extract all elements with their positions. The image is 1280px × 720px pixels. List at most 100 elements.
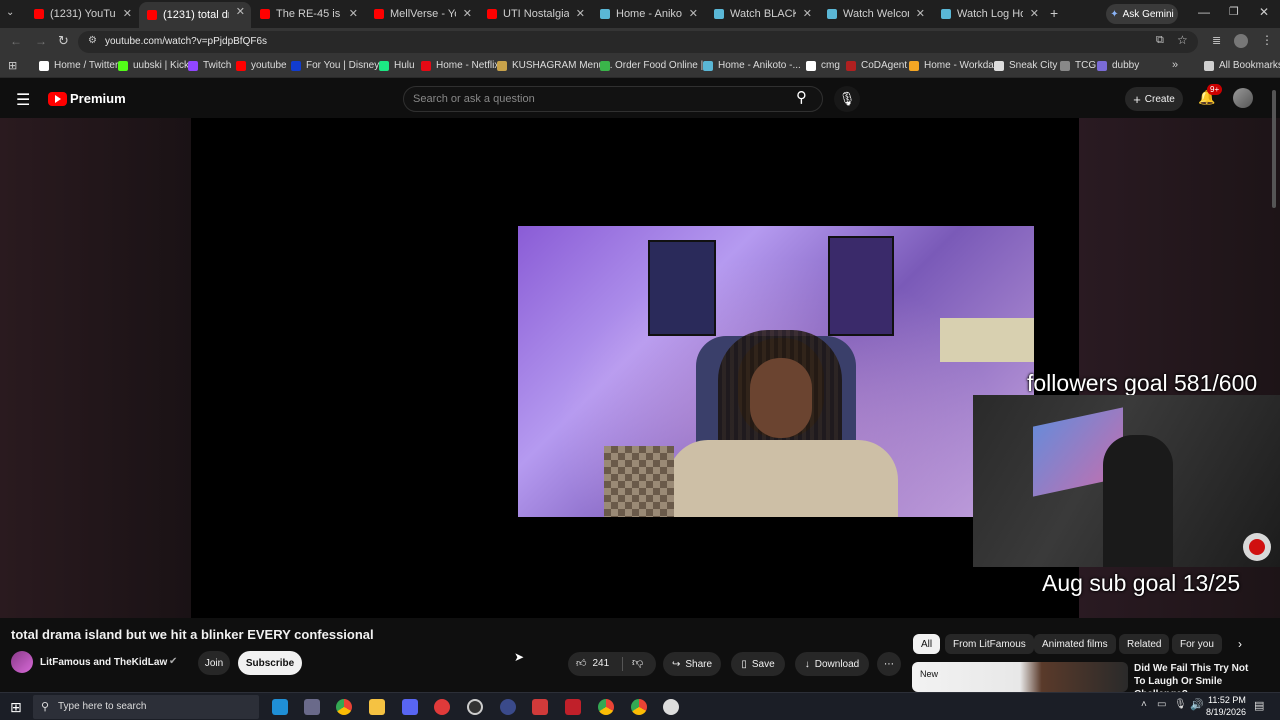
bookmark-link[interactable]: cmg xyxy=(806,60,840,71)
channel-name[interactable]: LitFamous and TheKidLaw xyxy=(40,657,167,668)
youtube-logo[interactable]: Premium xyxy=(48,91,126,106)
bookmark-link[interactable]: uubski | Kick xyxy=(118,60,189,71)
save-button[interactable]: ▯ Save xyxy=(731,652,785,676)
chips-next-icon[interactable]: › xyxy=(1238,637,1242,651)
filter-chip[interactable]: Animated films xyxy=(1034,634,1116,654)
browser-tab[interactable]: UTI Nostalgia Ran ✕ xyxy=(479,4,591,24)
edge-icon[interactable] xyxy=(272,699,288,715)
chrome-icon[interactable] xyxy=(336,699,352,715)
microphone-icon[interactable]: 🎙 xyxy=(1174,699,1187,710)
more-bookmarks-icon[interactable]: » xyxy=(1172,59,1178,71)
volume-icon[interactable]: 🔊 xyxy=(1190,698,1204,711)
subscribe-button[interactable]: Subscribe xyxy=(238,651,302,675)
browser-tab[interactable]: MellVerse - YouTu ✕ xyxy=(366,4,478,24)
bookmark-link[interactable]: youtube xyxy=(236,60,287,71)
back-icon[interactable]: ← xyxy=(10,34,22,48)
create-button[interactable]: + Create xyxy=(1125,87,1183,111)
clock-time[interactable]: 11:52 PM xyxy=(1208,695,1246,705)
bookmark-link[interactable]: For You | Disney+ xyxy=(291,60,385,71)
app-icon-1[interactable] xyxy=(304,699,320,715)
browser-tab[interactable]: Watch BLACK TOR ✕ xyxy=(706,4,818,24)
bookmark-link[interactable]: Sneak City xyxy=(994,60,1057,71)
browser-tab[interactable]: Watch Welcome to ✕ xyxy=(819,4,931,24)
all-bookmarks-link[interactable]: All Bookmarks xyxy=(1204,60,1280,71)
discord-icon[interactable] xyxy=(402,699,418,715)
tab-close-icon[interactable]: ✕ xyxy=(463,7,472,20)
forward-icon[interactable]: → xyxy=(35,34,47,48)
minimize-icon[interactable]: — xyxy=(1198,5,1210,19)
bookmark-link[interactable]: Twitch xyxy=(188,60,231,71)
ask-gemini-button[interactable]: ✦ Ask Gemini xyxy=(1106,4,1178,24)
tab-close-icon[interactable]: ✕ xyxy=(803,7,812,20)
tab-search-icon[interactable]: ⌄ xyxy=(6,7,14,18)
app-icon-5[interactable] xyxy=(663,699,679,715)
install-app-icon[interactable]: ⧉ xyxy=(1156,34,1164,47)
app-icon-3[interactable] xyxy=(532,699,548,715)
recommended-thumbnail[interactable]: New xyxy=(912,662,1128,692)
tray-chevron-icon[interactable]: ˄ xyxy=(1141,699,1147,710)
restore-icon[interactable]: ❐ xyxy=(1229,5,1239,18)
browser-tab[interactable]: Home - Anikoto - ✕ xyxy=(592,4,704,24)
taskbar-search-input[interactable]: Type here to search xyxy=(58,701,146,712)
more-actions-button[interactable]: ⋯ xyxy=(877,652,901,676)
reload-icon[interactable]: ↻ xyxy=(58,33,69,49)
apps-grid-icon[interactable]: ⊞ xyxy=(8,59,17,72)
media-player-icon[interactable] xyxy=(434,699,450,715)
bookmark-link[interactable]: Hulu xyxy=(379,60,415,71)
voice-search-icon[interactable]: 🎙 xyxy=(834,86,860,112)
browser-tab[interactable]: The RE-45 is so ba ✕ xyxy=(252,4,364,24)
browser-tab[interactable]: Watch Log Horizo ✕ xyxy=(933,4,1045,24)
clock-date[interactable]: 8/19/2026 xyxy=(1206,707,1246,717)
browser-menu-icon[interactable]: ⋮ xyxy=(1261,33,1273,47)
share-button[interactable]: ↪ Share xyxy=(663,652,721,676)
dislike-button[interactable]: 👎︎ xyxy=(632,656,643,669)
windows-start-icon[interactable]: ⊞ xyxy=(10,699,22,716)
account-avatar[interactable] xyxy=(1233,88,1253,108)
bookmark-link[interactable]: Home - Netflix xyxy=(421,60,499,71)
channel-avatar[interactable] xyxy=(11,651,33,673)
browser-tab[interactable]: (1231) total drama ✕ xyxy=(139,2,251,28)
site-info-icon[interactable]: ⚙ xyxy=(88,35,97,46)
bookmark-star-icon[interactable]: ☆ xyxy=(1177,33,1188,47)
new-tab-button[interactable]: + xyxy=(1050,5,1058,21)
app-icon-2[interactable] xyxy=(500,699,516,715)
media-icon[interactable]: ≣ xyxy=(1212,34,1221,47)
bookmark-link[interactable]: Home - Workday xyxy=(909,60,999,71)
obs-icon[interactable] xyxy=(467,699,483,715)
chrome-icon-2[interactable] xyxy=(598,699,614,715)
chrome-icon-3[interactable] xyxy=(631,699,647,715)
filter-chip[interactable]: From LitFamous xyxy=(945,634,1034,654)
browser-tab[interactable]: (1231) YouTube ✕ xyxy=(26,4,138,24)
filter-chip[interactable]: All xyxy=(913,634,941,654)
bookmark-link[interactable]: dubby xyxy=(1097,60,1139,71)
notification-center-icon[interactable]: ▤ xyxy=(1254,699,1264,712)
like-button[interactable]: 👍︎ 241 xyxy=(576,657,609,670)
network-icon[interactable]: ▭ xyxy=(1157,699,1166,710)
address-bar[interactable]: ⚙ youtube.com/watch?v=pPjdpBfQF6s ⧉ ☆ xyxy=(78,31,1198,53)
tab-close-icon[interactable]: ✕ xyxy=(1030,7,1039,20)
taskbar-search[interactable]: ⚲ Type here to search xyxy=(33,695,259,719)
tab-close-icon[interactable]: ✕ xyxy=(123,7,132,20)
tab-close-icon[interactable]: ✕ xyxy=(916,7,925,20)
tab-close-icon[interactable]: ✕ xyxy=(349,7,358,20)
bookmark-link[interactable]: TCG xyxy=(1060,60,1096,71)
search-box[interactable]: Search or ask a question xyxy=(403,86,823,112)
tab-close-icon[interactable]: ✕ xyxy=(576,7,585,20)
file-explorer-icon[interactable] xyxy=(369,699,385,715)
filter-chip[interactable]: For you xyxy=(1172,634,1222,654)
bookmark-link[interactable]: Order Food Online |... xyxy=(600,60,712,71)
join-button[interactable]: Join xyxy=(198,651,230,675)
search-icon[interactable]: ⚲ xyxy=(796,88,807,106)
app-icon-4[interactable] xyxy=(565,699,581,715)
tab-close-icon[interactable]: ✕ xyxy=(236,5,245,18)
hamburger-menu-icon[interactable]: ☰ xyxy=(16,90,30,110)
tab-close-icon[interactable]: ✕ xyxy=(689,7,698,20)
download-button[interactable]: ↓ Download xyxy=(795,652,869,676)
bookmark-link[interactable]: Home - Anikoto -... xyxy=(703,60,801,71)
filter-chip[interactable]: Related xyxy=(1119,634,1170,654)
close-window-icon[interactable]: ✕ xyxy=(1259,5,1269,19)
profile-avatar[interactable] xyxy=(1234,34,1248,48)
scrollbar[interactable] xyxy=(1272,90,1276,208)
bookmark-link[interactable]: Home / Twitter xyxy=(39,60,118,71)
bookmark-link[interactable]: KUSHAGRAM Menu... xyxy=(497,60,613,71)
